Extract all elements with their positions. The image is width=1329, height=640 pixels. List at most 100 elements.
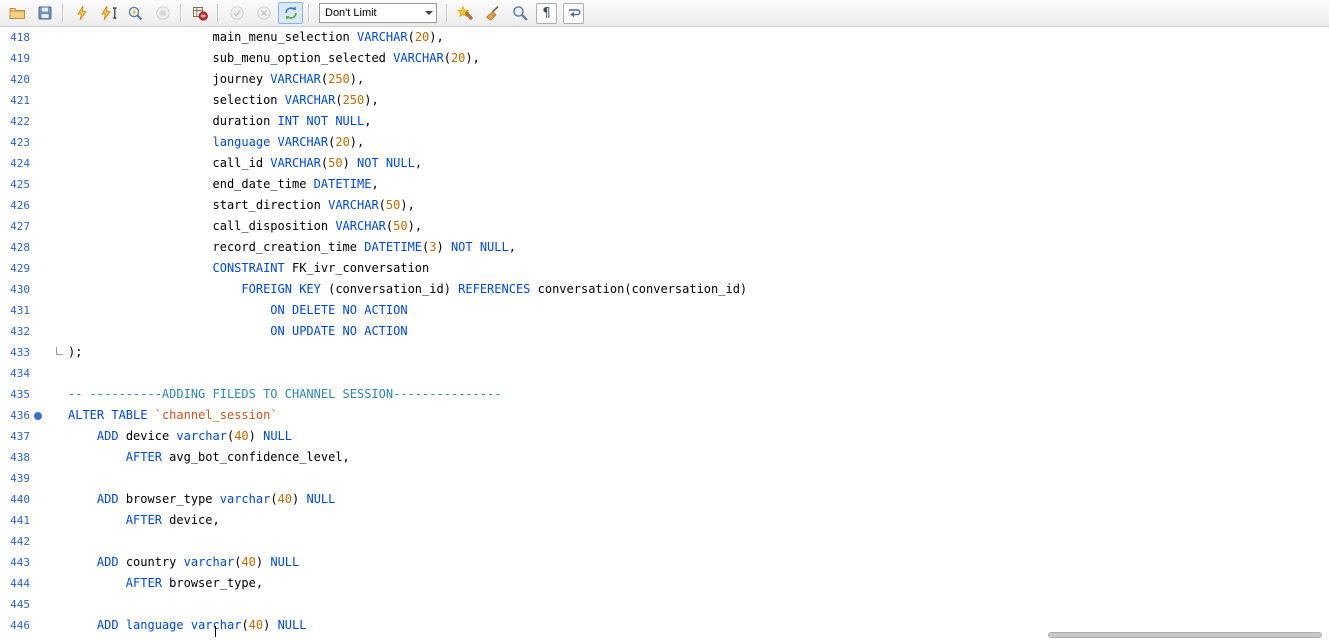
code-line[interactable]: 427 call_disposition VARCHAR(50), (0, 216, 1329, 237)
toggle-word-wrap-button[interactable] (563, 3, 584, 24)
line-number: 420 (0, 69, 30, 90)
token-p: (conversation_id) (321, 282, 458, 296)
code-line[interactable]: 428 record_creation_time DATETIME(3) NOT… (0, 237, 1329, 258)
code-line[interactable]: 443 ADD country varchar(40) NULL (0, 552, 1329, 573)
pilcrow-icon: ¶ (542, 7, 550, 20)
code-line[interactable]: 421 selection VARCHAR(250), (0, 90, 1329, 111)
clean-query-button[interactable] (480, 2, 505, 24)
line-number: 435 (0, 384, 30, 405)
token-p: ) (292, 492, 306, 506)
code-line[interactable]: 436ALTER TABLE `channel_session` (0, 405, 1329, 426)
limit-dropdown[interactable]: Don't Limit (319, 3, 437, 23)
find-panel-button[interactable] (507, 2, 532, 24)
execute-script-button[interactable] (69, 2, 94, 24)
code-line[interactable]: 439 (0, 468, 1329, 489)
save-script-button[interactable] (32, 2, 57, 24)
code-line[interactable]: 437 ADD device varchar(40) NULL (0, 426, 1329, 447)
code-line[interactable]: 426 start_direction VARCHAR(50), (0, 195, 1329, 216)
text-caret (215, 626, 216, 637)
code-line[interactable]: 425 end_date_time DATETIME, (0, 174, 1329, 195)
code-text: AFTER avg_bot_confidence_level, (64, 447, 350, 468)
code-line[interactable]: 432 ON UPDATE NO ACTION (0, 321, 1329, 342)
token-p: ) (436, 240, 450, 254)
token-p: device (119, 429, 177, 443)
code-line[interactable]: 423 language VARCHAR(20), (0, 132, 1329, 153)
token-p: FK_ivr_conversation (285, 261, 430, 275)
token-n: 50 (328, 156, 342, 170)
toolbar-separator (180, 4, 182, 22)
fold-margin (48, 615, 64, 636)
execute-current-statement-button[interactable] (96, 2, 121, 24)
line-number: 431 (0, 300, 30, 321)
token-p: start_direction (213, 198, 329, 212)
code-text: CONSTRAINT FK_ivr_conversation (64, 258, 429, 279)
beautify-script-button[interactable] (453, 2, 478, 24)
line-number: 437 (0, 426, 30, 447)
toolbar-separator (62, 4, 64, 22)
marker-margin (30, 258, 48, 279)
token-k: CONSTRAINT (213, 261, 285, 275)
chevron-down-icon[interactable] (421, 4, 436, 22)
code-line[interactable]: 441 AFTER device, (0, 510, 1329, 531)
code-line[interactable]: 438 AFTER avg_bot_confidence_level, (0, 447, 1329, 468)
token-n: 20 (451, 51, 465, 65)
code-line[interactable]: 422 duration INT NOT NULL, (0, 111, 1329, 132)
toggle-autocommit-button[interactable] (278, 2, 303, 24)
code-line[interactable]: 442 (0, 531, 1329, 552)
line-number: 434 (0, 363, 30, 384)
token-p: , (364, 114, 371, 128)
token-p: main_menu_selection (213, 30, 358, 44)
token-k: ADD (97, 429, 119, 443)
token-k: INT NOT NULL (278, 114, 365, 128)
marker-margin (30, 237, 48, 258)
sql-editor-toolbar: Don't Limit ¶ (0, 0, 1329, 27)
code-line[interactable]: 429 CONSTRAINT FK_ivr_conversation (0, 258, 1329, 279)
token-p: call_id (213, 156, 271, 170)
marker-margin (30, 510, 48, 531)
star-wand-icon (457, 5, 474, 21)
line-number: 447 (0, 636, 30, 639)
toolbar-separator (308, 4, 310, 22)
line-number: 442 (0, 531, 30, 552)
fold-margin (48, 573, 64, 594)
code-text: start_direction VARCHAR(50), (64, 195, 415, 216)
token-p: ); (68, 345, 82, 359)
token-p: ( (444, 51, 451, 65)
horizontal-scrollbar-thumb[interactable] (1048, 632, 1322, 638)
code-text: selection VARCHAR(250), (64, 90, 379, 111)
token-p: ), (350, 72, 364, 86)
code-line[interactable]: 430 FOREIGN KEY (conversation_id) REFERE… (0, 279, 1329, 300)
open-script-button[interactable] (5, 2, 30, 24)
token-k: DATETIME (364, 240, 422, 254)
explain-statement-button[interactable] (123, 2, 148, 24)
code-line[interactable]: 418 main_menu_selection VARCHAR(20), (0, 27, 1329, 48)
code-line[interactable]: 445 (0, 594, 1329, 615)
token-p: ), (429, 30, 443, 44)
rollback-transaction-button (251, 2, 276, 24)
fold-margin (48, 216, 64, 237)
code-line[interactable]: 435-- ----------ADDING FILEDS TO CHANNEL… (0, 384, 1329, 405)
marker-margin (30, 405, 48, 426)
code-line[interactable]: 431 ON DELETE NO ACTION (0, 300, 1329, 321)
sql-code-editor[interactable]: 418 main_menu_selection VARCHAR(20),419 … (0, 27, 1329, 639)
marker-margin (30, 132, 48, 153)
token-p: ) (343, 156, 357, 170)
code-line[interactable]: 424 call_id VARCHAR(50) NOT NULL, (0, 153, 1329, 174)
line-number: 425 (0, 174, 30, 195)
fold-margin (48, 279, 64, 300)
code-line[interactable]: 444 AFTER browser_type, (0, 573, 1329, 594)
token-k: varchar (220, 492, 271, 506)
marker-margin (30, 615, 48, 636)
fold-margin (48, 195, 64, 216)
code-line[interactable]: 434 (0, 363, 1329, 384)
token-p (184, 618, 191, 632)
token-p: browser_type (119, 492, 220, 506)
toggle-invisible-characters-button[interactable]: ¶ (536, 3, 557, 24)
code-line[interactable]: 419 sub_menu_option_selected VARCHAR(20)… (0, 48, 1329, 69)
code-line[interactable]: 440 ADD browser_type varchar(40) NULL (0, 489, 1329, 510)
line-number: 439 (0, 468, 30, 489)
toggle-stop-on-error-button[interactable] (187, 2, 212, 24)
token-p: ), (364, 93, 378, 107)
code-line[interactable]: 420 journey VARCHAR(250), (0, 69, 1329, 90)
code-line[interactable]: 433); (0, 342, 1329, 363)
